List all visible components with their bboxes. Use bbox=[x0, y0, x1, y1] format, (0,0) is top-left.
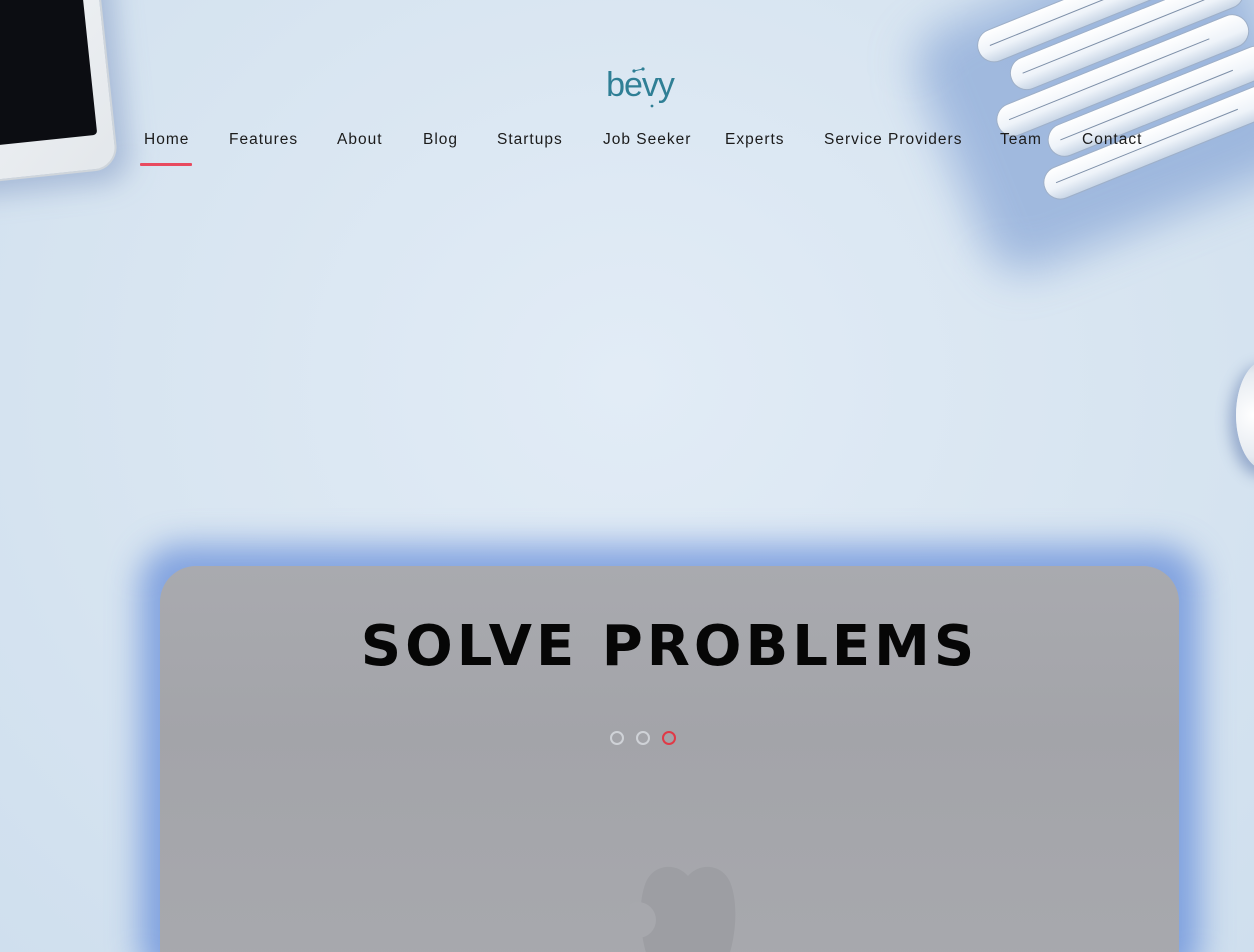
nav-item-home[interactable]: Home bbox=[139, 128, 193, 166]
nav-item-startups[interactable]: Startups bbox=[497, 128, 563, 166]
nav-item-about[interactable]: About bbox=[337, 128, 383, 166]
nav-item-service-providers[interactable]: Service Providers bbox=[824, 128, 962, 166]
nav-item-job-seeker[interactable]: Job Seeker bbox=[603, 128, 691, 166]
nav-item-blog[interactable]: Blog bbox=[423, 128, 458, 166]
slider-dot-3[interactable] bbox=[662, 731, 676, 745]
bevy-logo[interactable]: bevy bbox=[600, 62, 680, 110]
nav-item-team[interactable]: Team bbox=[1000, 128, 1042, 166]
tablet-screen bbox=[0, 0, 98, 150]
slider-dot-1[interactable] bbox=[610, 731, 624, 745]
nav-item-features[interactable]: Features bbox=[229, 128, 298, 166]
hero-title: SOLVE PROBLEMS bbox=[360, 614, 979, 679]
slider-dots bbox=[608, 731, 688, 747]
apple-logo-icon bbox=[630, 867, 736, 952]
main-nav: Home Features About Blog Startups Job Se… bbox=[0, 128, 1254, 168]
nav-item-contact[interactable]: Contact bbox=[1082, 128, 1142, 166]
bevy-logo-text: bevy bbox=[606, 66, 675, 104]
slider-dot-2[interactable] bbox=[636, 731, 650, 745]
nav-item-experts[interactable]: Experts bbox=[725, 128, 785, 166]
